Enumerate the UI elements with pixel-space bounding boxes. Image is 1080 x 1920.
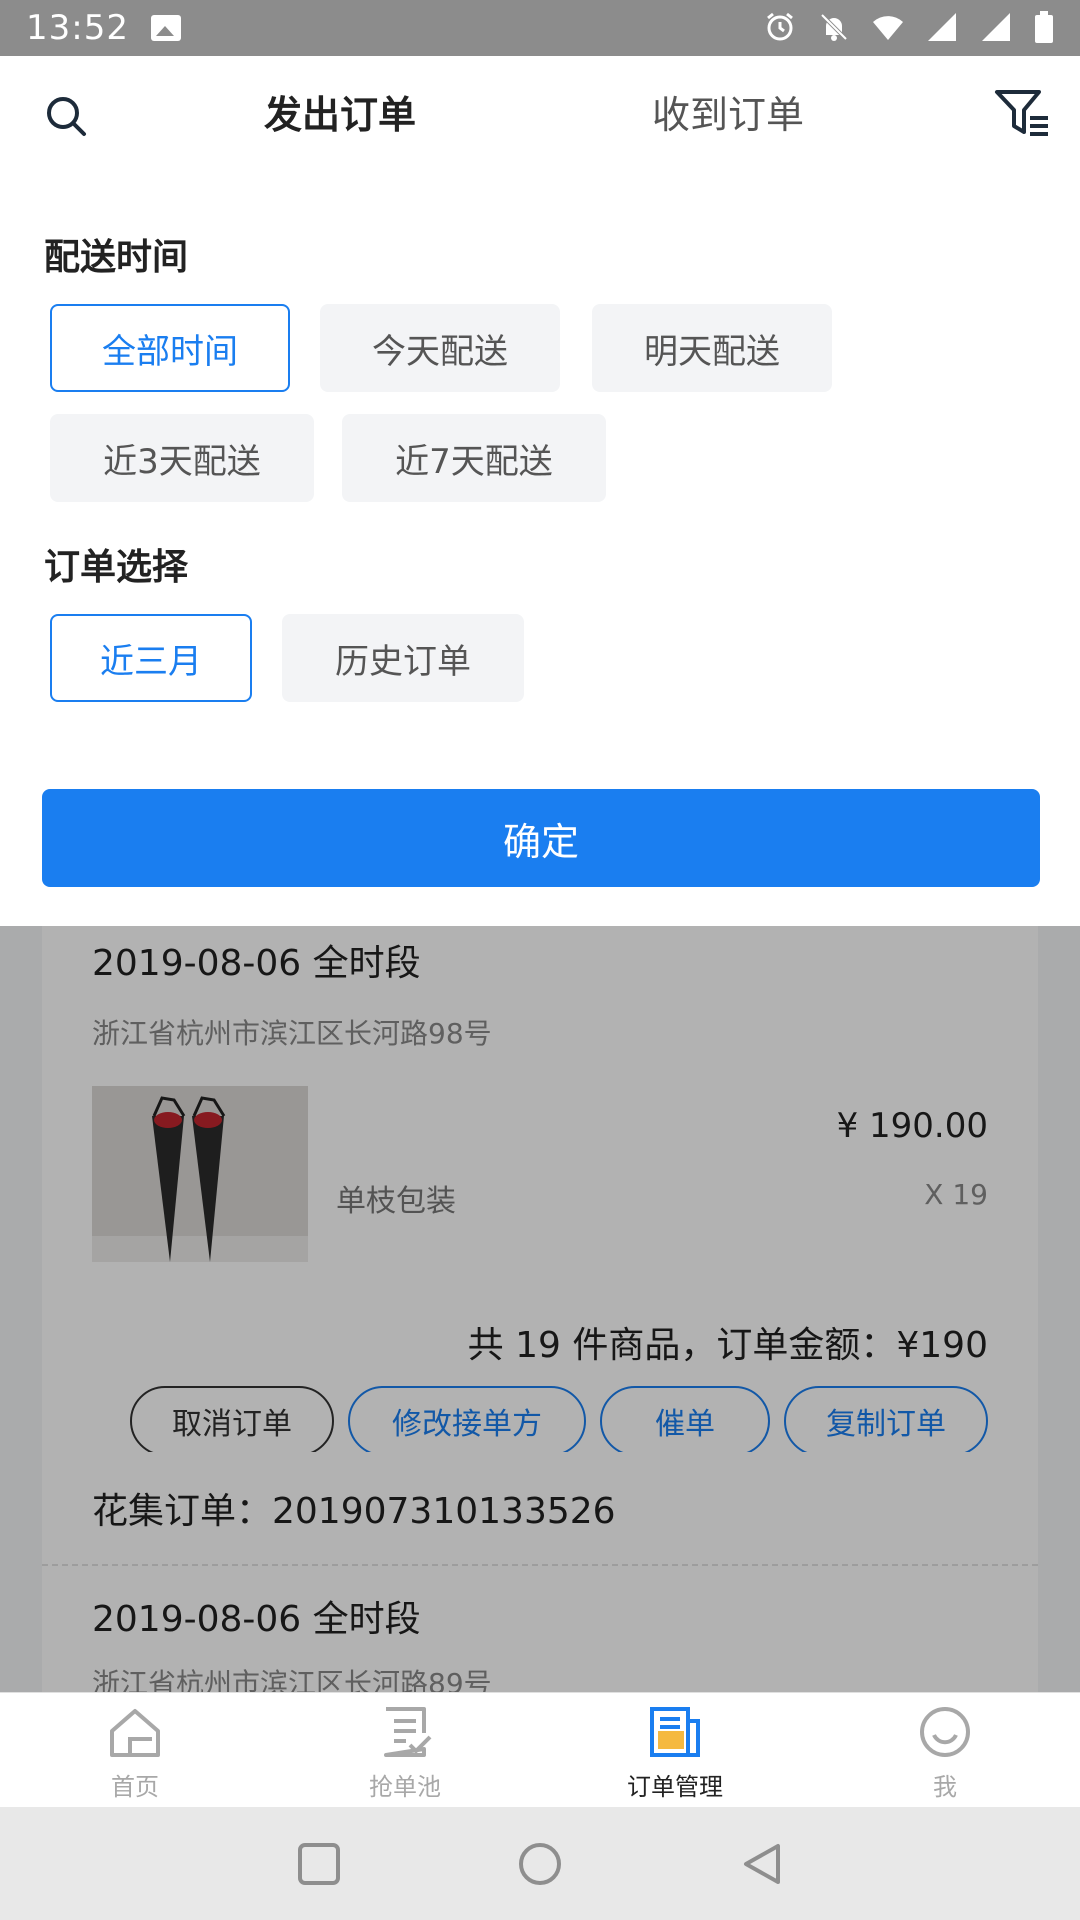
tab-label: 发出订单	[264, 93, 417, 137]
wifi-icon	[873, 16, 903, 40]
signal-icon	[928, 13, 956, 41]
status-time: 13:52	[26, 8, 129, 48]
home-circle-icon[interactable]	[517, 1841, 563, 1887]
chip-last-3-months[interactable]: 近三月	[50, 614, 252, 702]
tab-label: 我	[933, 1773, 957, 1801]
chip-today[interactable]: 今天配送	[320, 304, 560, 392]
tab-home[interactable]: 首页	[0, 1703, 270, 1802]
alarm-icon	[767, 12, 793, 41]
tab-order-pool[interactable]: 抢单池	[270, 1703, 540, 1802]
filter-panel: 发出订单 收到订单 配送时间 全部时间 今天配送 明天配送 近3天配送 近7天配…	[0, 56, 1080, 926]
confirm-button[interactable]: 确定	[42, 789, 1040, 887]
order-manage-icon	[650, 1707, 700, 1757]
battery-icon	[1035, 11, 1053, 43]
tab-order-management[interactable]: 订单管理	[540, 1703, 810, 1802]
tab-outgoing-orders[interactable]: 发出订单	[254, 84, 427, 141]
system-navigation-bar	[0, 1807, 1080, 1920]
back-icon[interactable]	[740, 1841, 786, 1887]
chip-tomorrow[interactable]: 明天配送	[592, 304, 832, 392]
tab-label: 首页	[111, 1773, 159, 1801]
filter-icon[interactable]	[994, 88, 1050, 138]
tab-incoming-orders[interactable]: 收到订单	[652, 84, 804, 139]
status-icons	[764, 10, 1054, 44]
recent-apps-icon[interactable]	[296, 1841, 342, 1887]
chip-last-7-days[interactable]: 近7天配送	[342, 414, 606, 502]
chip-last-3-days[interactable]: 近3天配送	[50, 414, 314, 502]
delivery-time-title: 配送时间	[44, 237, 189, 278]
bottom-tab-bar: 首页 抢单池 订单管理 我	[0, 1692, 1080, 1807]
home-icon	[110, 1709, 160, 1757]
tab-label: 订单管理	[627, 1773, 723, 1801]
order-range-title: 订单选择	[44, 547, 189, 588]
chip-history-orders[interactable]: 历史订单	[282, 614, 524, 702]
status-bar: 13:52	[0, 0, 1080, 56]
chip-all-time[interactable]: 全部时间	[50, 304, 290, 392]
bell-muted-icon	[820, 13, 848, 41]
image-notification-icon	[150, 15, 181, 41]
signal-2-icon	[982, 13, 1010, 41]
tab-label: 抢单池	[369, 1773, 441, 1801]
order-pool-icon	[384, 1707, 432, 1757]
profile-icon	[920, 1707, 970, 1757]
search-icon[interactable]	[44, 94, 88, 138]
top-navigation: 发出订单 收到订单	[0, 56, 1080, 166]
tab-me[interactable]: 我	[810, 1703, 1080, 1802]
